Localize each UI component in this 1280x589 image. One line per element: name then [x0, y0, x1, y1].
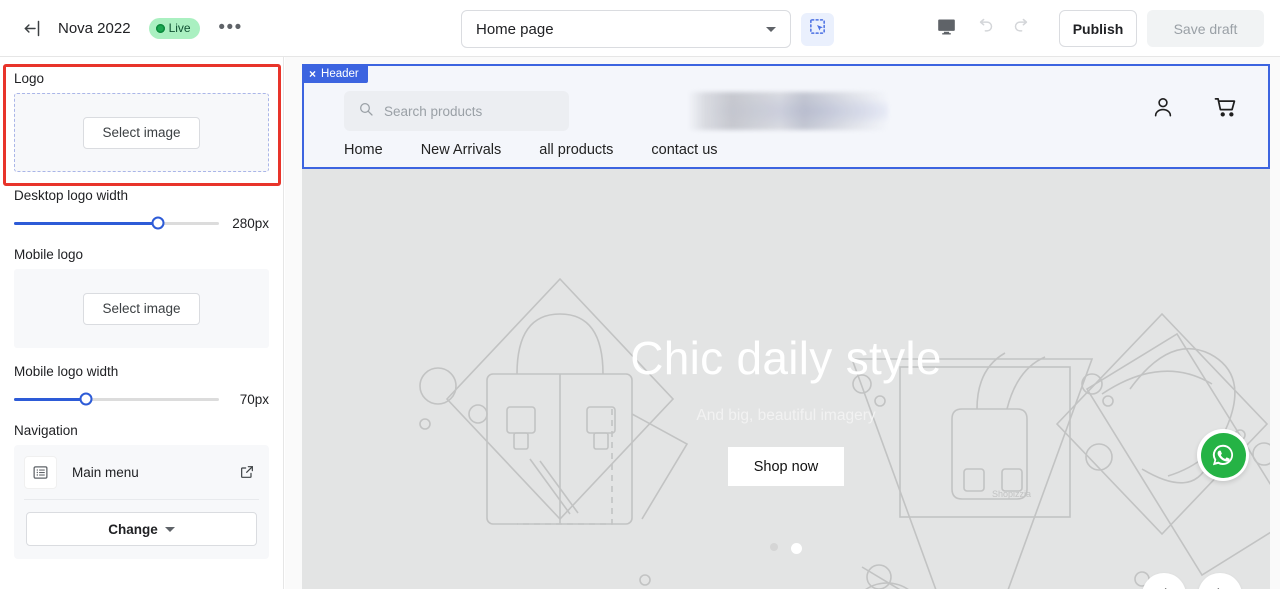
- top-toolbar: Nova 2022 Live ••• Home page Publish Sav…: [0, 0, 1280, 57]
- storefront-canvas: × Header Search products Home New Arriva…: [302, 64, 1270, 589]
- chevron-down-icon: [164, 526, 175, 532]
- svg-text:Shopizzia: Shopizzia: [992, 489, 1031, 499]
- nav-link-home[interactable]: Home: [344, 142, 383, 158]
- chevron-right-icon: [1213, 586, 1227, 589]
- mobile-logo-width-value: 70px: [239, 391, 269, 407]
- slider-fill: [14, 221, 158, 225]
- close-icon[interactable]: ×: [309, 68, 316, 80]
- toolbar-left-group: Nova 2022 Live •••: [0, 11, 246, 45]
- nav-link-all-products[interactable]: all products: [539, 142, 613, 158]
- redo-icon: [1012, 16, 1033, 42]
- shop-name: Nova 2022: [58, 19, 131, 37]
- mobile-logo-width-label: Mobile logo width: [14, 364, 119, 379]
- shop-now-button[interactable]: Shop now: [727, 447, 845, 487]
- carousel-prev-button[interactable]: [1142, 573, 1186, 589]
- mobile-logo-width-slider[interactable]: 70px: [14, 389, 269, 409]
- settings-sidebar: Logo Select image Desktop logo width 280…: [0, 57, 284, 589]
- whatsapp-icon: [1200, 432, 1246, 478]
- toolbar-center-group: Home page: [461, 10, 834, 48]
- hero-copy: Chic daily style And big, beautiful imag…: [302, 332, 1270, 487]
- mobile-logo-dropzone[interactable]: Select image: [14, 269, 269, 348]
- select-element-icon: [808, 17, 827, 41]
- hero-title: Chic daily style: [630, 332, 942, 384]
- desktop-logo-width-label: Desktop logo width: [14, 188, 129, 203]
- desktop-logo-width-slider[interactable]: 280px: [14, 213, 269, 233]
- carousel-next-button[interactable]: [1198, 573, 1242, 589]
- logo-dropzone[interactable]: Select image: [14, 93, 269, 172]
- nav-link-contact-us[interactable]: contact us: [651, 142, 717, 158]
- search-input-placeholder: Search products: [384, 103, 483, 119]
- status-badge[interactable]: Live: [148, 17, 200, 39]
- main-menu-row[interactable]: Main menu: [14, 445, 269, 499]
- carousel-dot-1[interactable]: [770, 543, 778, 551]
- page-selector-dropdown[interactable]: Home page: [461, 10, 791, 48]
- mobile-logo-label: Mobile logo: [14, 247, 84, 262]
- more-options-button[interactable]: •••: [216, 13, 246, 43]
- change-button-wrap: Change: [14, 500, 269, 559]
- navigation-section: Navigation Main menu Change: [14, 423, 269, 559]
- back-arrow-icon: [21, 18, 42, 39]
- mobile-logo-width-section: Mobile logo width 70px: [14, 364, 269, 409]
- logo-label: Logo: [14, 71, 45, 86]
- header-section-badge[interactable]: × Header: [302, 64, 368, 83]
- desktop-logo-width-section: Desktop logo width 280px: [14, 188, 269, 233]
- more-horizontal-icon: •••: [218, 17, 243, 38]
- status-badge-label: Live: [168, 21, 191, 35]
- chevron-left-icon: [1157, 586, 1171, 589]
- carousel-dots: [302, 543, 1270, 554]
- main-menu-label: Main menu: [72, 464, 139, 480]
- desktop-monitor-icon: [936, 16, 957, 42]
- navigation-label: Navigation: [14, 423, 78, 438]
- publish-button[interactable]: Publish: [1059, 10, 1137, 47]
- header-navigation: Home New Arrivals all products contact u…: [344, 142, 718, 158]
- slider-thumb[interactable]: [79, 392, 93, 406]
- page-selector-value: Home page: [476, 20, 554, 38]
- hero-section[interactable]: Shopizzia Chic daily style And big, beau…: [302, 169, 1270, 589]
- inspect-element-button[interactable]: [801, 12, 834, 46]
- search-input[interactable]: Search products: [344, 91, 569, 131]
- external-link-icon[interactable]: [239, 464, 255, 480]
- slider-fill: [14, 397, 86, 401]
- change-menu-label: Change: [108, 521, 158, 537]
- toolbar-right-group: Publish Save draft: [927, 0, 1264, 57]
- list-menu-icon: [24, 455, 57, 489]
- search-icon: [358, 101, 374, 122]
- undo-button[interactable]: [965, 10, 1003, 48]
- user-account-icon[interactable]: [1150, 94, 1176, 120]
- back-button[interactable]: [14, 11, 48, 45]
- navigation-card: Main menu Change: [14, 445, 269, 559]
- slider-track[interactable]: [14, 216, 219, 230]
- slider-thumb[interactable]: [151, 216, 164, 230]
- store-logo-image: [688, 92, 888, 130]
- desktop-logo-width-value: 280px: [232, 215, 269, 231]
- logo-select-image-button[interactable]: Select image: [83, 116, 200, 149]
- undo-icon: [974, 16, 995, 42]
- header-section-badge-label: Header: [321, 67, 359, 80]
- whatsapp-chat-button[interactable]: [1197, 429, 1249, 481]
- save-draft-button[interactable]: Save draft: [1147, 10, 1264, 47]
- live-dot-icon: [155, 23, 165, 33]
- mobile-logo-section: Mobile logo Select image: [14, 247, 269, 348]
- logo-section: Logo Select image: [14, 71, 269, 172]
- header-section[interactable]: × Header Search products Home New Arriva…: [302, 64, 1270, 169]
- shopping-cart-icon[interactable]: [1212, 93, 1240, 121]
- mobile-logo-select-image-button[interactable]: Select image: [83, 292, 200, 325]
- header-icon-group: [1150, 93, 1240, 121]
- change-menu-button[interactable]: Change: [26, 512, 257, 546]
- carousel-dot-2[interactable]: [791, 543, 802, 554]
- preview-pane: × Header Search products Home New Arriva…: [285, 57, 1280, 589]
- hero-subtitle: And big, beautiful imagery: [696, 407, 876, 425]
- redo-button[interactable]: [1003, 10, 1041, 48]
- device-preview-button[interactable]: [927, 10, 965, 48]
- chevron-down-icon: [766, 26, 776, 32]
- nav-link-new-arrivals[interactable]: New Arrivals: [421, 142, 502, 158]
- slider-track[interactable]: [14, 392, 219, 406]
- carousel-arrows: [1142, 573, 1242, 589]
